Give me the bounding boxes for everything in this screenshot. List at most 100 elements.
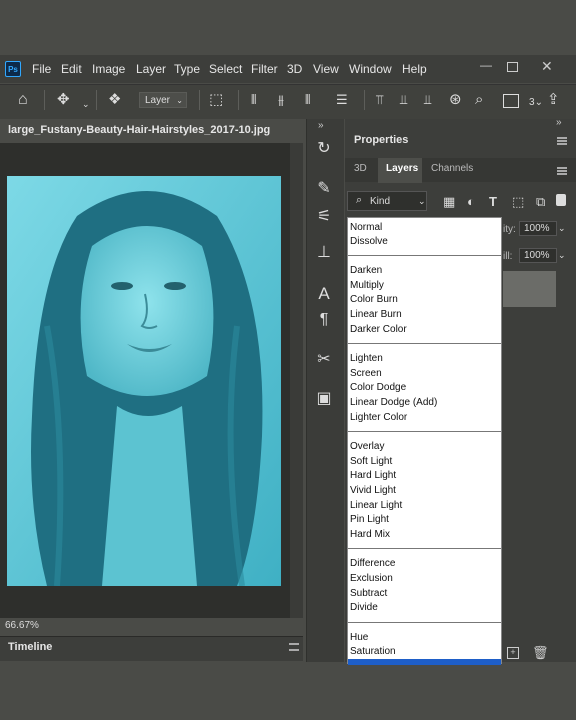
- blend-mode-option[interactable]: Soft Light: [350, 456, 392, 467]
- blend-mode-option[interactable]: Exclusion: [350, 573, 393, 584]
- trash-icon[interactable]: 🗑: [532, 645, 549, 661]
- blend-mode-option[interactable]: Divide: [350, 602, 378, 613]
- blend-mode-option[interactable]: Color Dodge: [350, 382, 406, 393]
- align-middle-icon[interactable]: ⫫: [400, 92, 407, 108]
- brush-icon[interactable]: ✎: [314, 179, 334, 199]
- character-icon[interactable]: A: [314, 284, 334, 304]
- shape-filter-icon[interactable]: ⬚: [512, 194, 524, 210]
- layer-comps-icon[interactable]: ▣: [314, 389, 334, 409]
- menu-window[interactable]: Window: [349, 62, 392, 76]
- properties-label[interactable]: Properties: [354, 134, 408, 146]
- chevron-down-icon[interactable]: ⌄: [558, 250, 566, 261]
- chevron-down-icon[interactable]: ⌄: [558, 223, 566, 234]
- transform-controls-icon[interactable]: ⬚: [209, 92, 223, 108]
- tab-channels[interactable]: Channels: [431, 163, 473, 174]
- smart-object-filter-icon[interactable]: ⧉: [536, 194, 545, 210]
- pixel-filter-icon[interactable]: ▦: [443, 194, 455, 210]
- blend-mode-option[interactable]: Normal: [350, 222, 382, 233]
- minimize-icon[interactable]: —: [480, 58, 492, 72]
- panel-menu-icon[interactable]: [557, 167, 567, 175]
- menu-3d[interactable]: 3D: [287, 62, 302, 76]
- ps-logo-icon[interactable]: Ps: [5, 61, 21, 77]
- menu-filter[interactable]: Filter: [251, 62, 278, 76]
- blend-mode-option[interactable]: Vivid Light: [350, 485, 396, 496]
- menu-divider: [348, 622, 501, 623]
- opacity-field[interactable]: 100%: [519, 221, 557, 236]
- share-icon[interactable]: ⇪: [547, 92, 560, 108]
- home-icon[interactable]: ⌂: [18, 92, 28, 108]
- filter-kind-value: Kind: [370, 196, 391, 207]
- collapse-panels-icon[interactable]: »: [556, 117, 562, 128]
- workspace-icon[interactable]: [503, 94, 519, 108]
- filter-toggle-icon[interactable]: [556, 194, 566, 206]
- tab-layers[interactable]: Layers: [386, 163, 418, 174]
- move-tool-icon[interactable]: ✥: [57, 92, 70, 108]
- opacity-label: ity:: [503, 224, 516, 235]
- distribute-icon[interactable]: ☰: [336, 92, 348, 108]
- chevron-down-icon[interactable]: ⌄: [418, 196, 426, 207]
- panel-menu-icon[interactable]: [289, 643, 299, 651]
- blend-mode-option[interactable]: Pin Light: [350, 514, 389, 525]
- dropdown-highlight: [348, 659, 501, 665]
- blend-mode-option[interactable]: Subtract: [350, 588, 387, 599]
- align-center-icon[interactable]: ⫵: [278, 92, 284, 108]
- close-icon[interactable]: ✕: [541, 58, 553, 75]
- blend-mode-option[interactable]: Lighten: [350, 353, 383, 364]
- canvas-photo[interactable]: [7, 176, 281, 586]
- blend-mode-option[interactable]: Difference: [350, 558, 395, 569]
- blend-mode-option[interactable]: Hard Light: [350, 470, 396, 481]
- blend-mode-option[interactable]: Linear Dodge (Add): [350, 397, 437, 408]
- blend-mode-option[interactable]: Dissolve: [350, 236, 388, 247]
- document-title[interactable]: large_Fustany-Beauty-Hair-Hairstyles_201…: [8, 124, 270, 136]
- paragraph-icon[interactable]: ¶: [314, 310, 334, 330]
- align-left-icon[interactable]: ⫴: [251, 92, 256, 108]
- tools-icon[interactable]: ✂: [314, 350, 334, 370]
- blend-mode-option[interactable]: Overlay: [350, 441, 384, 452]
- auto-select-icon[interactable]: ❖: [108, 92, 121, 108]
- blend-mode-option[interactable]: Hard Mix: [350, 529, 390, 540]
- 3d-mode-icon[interactable]: ⊛: [449, 92, 462, 108]
- adjustment-filter-icon[interactable]: ◐: [467, 194, 475, 209]
- menu-edit[interactable]: Edit: [61, 62, 82, 76]
- blend-mode-option[interactable]: Saturation: [350, 646, 396, 657]
- blend-mode-option[interactable]: Hue: [350, 632, 368, 643]
- align-right-icon[interactable]: ⫴: [305, 92, 310, 108]
- menu-help[interactable]: Help: [402, 62, 427, 76]
- history-icon[interactable]: ↻: [314, 139, 334, 159]
- layer-row[interactable]: [503, 271, 556, 307]
- blend-mode-option[interactable]: Linear Light: [350, 500, 402, 511]
- blend-mode-option[interactable]: Lighter Color: [350, 412, 407, 423]
- fill-field[interactable]: 100%: [519, 248, 557, 263]
- blend-mode-option[interactable]: Color Burn: [350, 294, 398, 305]
- new-layer-icon[interactable]: +: [507, 647, 519, 659]
- blend-mode-option[interactable]: Multiply: [350, 280, 384, 291]
- layer-select[interactable]: Layer ⌄: [139, 92, 187, 108]
- tab-3d[interactable]: 3D: [354, 163, 367, 174]
- menu-view[interactable]: View: [313, 62, 339, 76]
- blend-mode-option[interactable]: Darker Color: [350, 324, 407, 335]
- restore-icon[interactable]: [507, 62, 518, 72]
- search-icon[interactable]: ⌕: [475, 92, 483, 108]
- blend-mode-option[interactable]: Screen: [350, 368, 382, 379]
- menu-image[interactable]: Image: [92, 62, 125, 76]
- canvas-scrollbar[interactable]: [290, 143, 303, 618]
- panel-menu-icon[interactable]: [557, 137, 567, 145]
- chevron-down-icon[interactable]: ⌄: [82, 96, 90, 112]
- align-top-icon[interactable]: ⫪: [376, 92, 383, 108]
- menu-select[interactable]: Select: [209, 62, 242, 76]
- collapse-icon[interactable]: »: [318, 120, 324, 131]
- menu-type[interactable]: Type: [174, 62, 200, 76]
- adjust-icon[interactable]: ⚟: [314, 207, 334, 227]
- blend-mode-option[interactable]: Darken: [350, 265, 382, 276]
- divider: [199, 90, 200, 110]
- align-bottom-icon[interactable]: ⫫: [424, 92, 431, 108]
- menu-file[interactable]: File: [32, 62, 51, 76]
- fill-label: ill:: [503, 251, 513, 262]
- clone-stamp-icon[interactable]: ⊥: [314, 243, 334, 263]
- zoom-level[interactable]: 66.67%: [5, 620, 39, 631]
- blend-mode-option[interactable]: Linear Burn: [350, 309, 402, 320]
- timeline-label[interactable]: Timeline: [8, 641, 52, 653]
- portrait-image: [7, 176, 281, 586]
- menu-layer[interactable]: Layer: [136, 62, 166, 76]
- type-filter-icon[interactable]: T: [489, 194, 497, 209]
